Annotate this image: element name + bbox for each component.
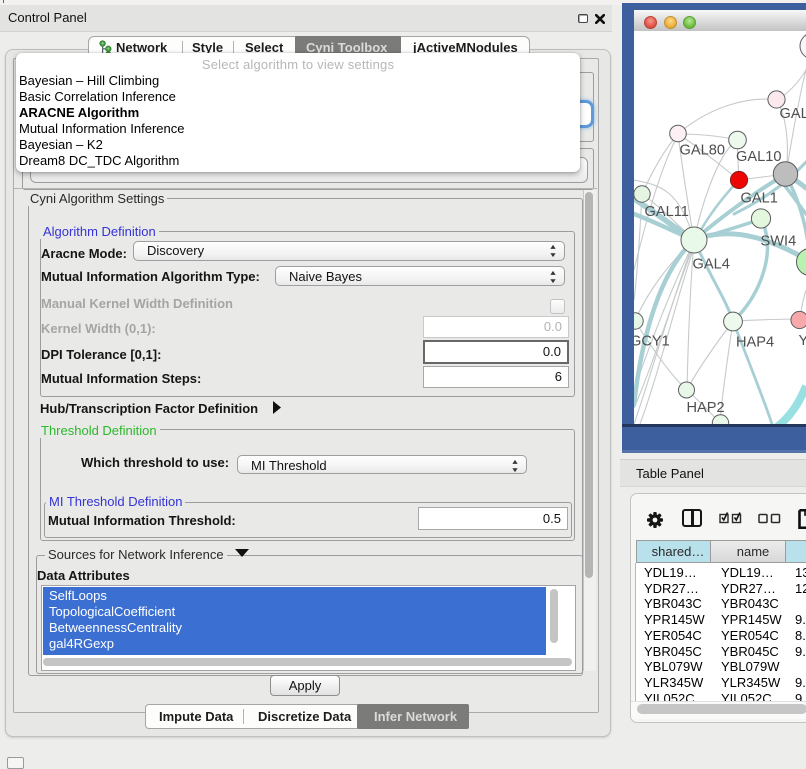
svg-text:GAL4: GAL4 [693,257,730,273]
svg-text:GAL10: GAL10 [736,149,781,165]
svg-text:HAP2: HAP2 [687,400,725,416]
svg-text:HAP4: HAP4 [736,335,774,351]
svg-text:Y: Y [799,333,806,349]
svg-text:GAL: GAL [780,106,806,122]
svg-text:GAL11: GAL11 [645,204,689,220]
svg-text:GAL80: GAL80 [680,143,725,159]
svg-text:GCY1: GCY1 [634,334,670,350]
svg-text:GAL1: GAL1 [741,191,778,207]
svg-text:SWI4: SWI4 [761,234,797,250]
